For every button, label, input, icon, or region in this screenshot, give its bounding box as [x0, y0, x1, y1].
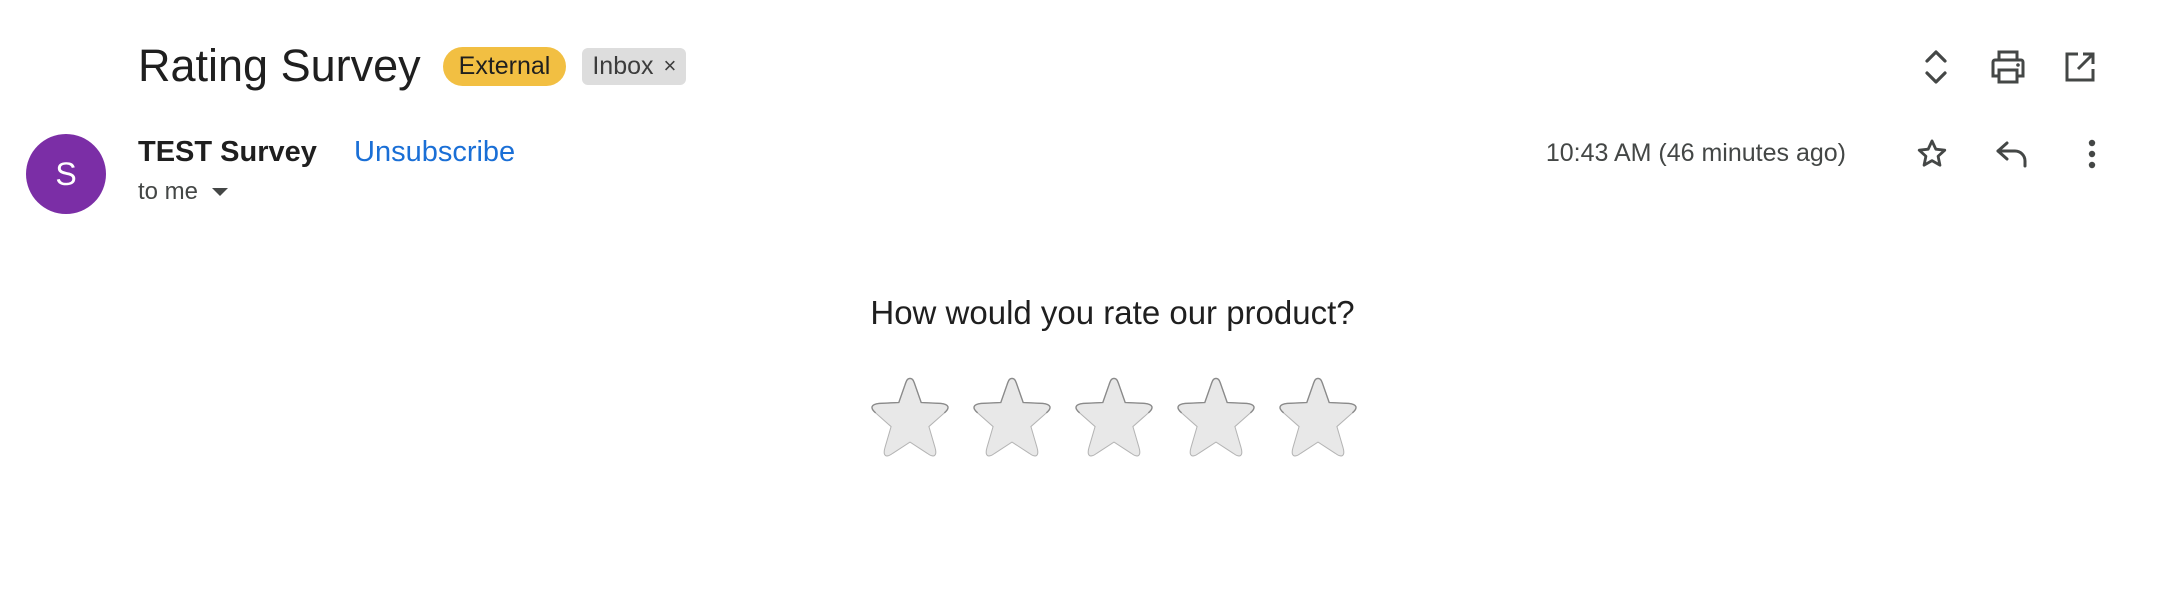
email-timestamp: 10:43 AM (46 minutes ago): [1545, 139, 1846, 167]
survey-question: How would you rate our product?: [870, 294, 1355, 331]
star-rating: [867, 373, 1361, 463]
sender-avatar[interactable]: S: [26, 134, 106, 214]
rating-star-3[interactable]: [1071, 373, 1157, 463]
message-toolbar: [1910, 132, 2114, 176]
external-label: External: [442, 46, 567, 86]
recipient-details[interactable]: to me: [138, 178, 229, 206]
recipient-text: to me: [138, 178, 199, 205]
email-subject: Rating Survey: [138, 40, 421, 91]
more-vert-icon[interactable]: [2070, 132, 2114, 176]
subject-row: Rating Survey External Inbox ×: [138, 38, 687, 94]
rating-star-5[interactable]: [1275, 373, 1361, 463]
email-view: Rating Survey External Inbox × S TEST Su…: [0, 0, 2158, 596]
star-icon[interactable]: [1910, 132, 1954, 176]
thread-toolbar: [1914, 45, 2102, 89]
unsubscribe-link[interactable]: Unsubscribe: [354, 136, 515, 169]
rating-star-2[interactable]: [969, 373, 1055, 463]
rating-star-4[interactable]: [1173, 373, 1259, 463]
rating-star-1[interactable]: [867, 373, 953, 463]
chevron-down-icon[interactable]: [212, 188, 229, 196]
inbox-label-text: Inbox: [592, 51, 654, 80]
open-in-new-window-icon[interactable]: [2058, 45, 2102, 89]
sender-name[interactable]: TEST Survey: [138, 136, 317, 169]
print-icon[interactable]: [1986, 45, 2030, 89]
expand-collapse-icon[interactable]: [1914, 45, 1958, 89]
inbox-label: Inbox ×: [582, 47, 687, 85]
reply-icon[interactable]: [1990, 132, 2034, 176]
remove-label-icon[interactable]: ×: [664, 53, 677, 79]
